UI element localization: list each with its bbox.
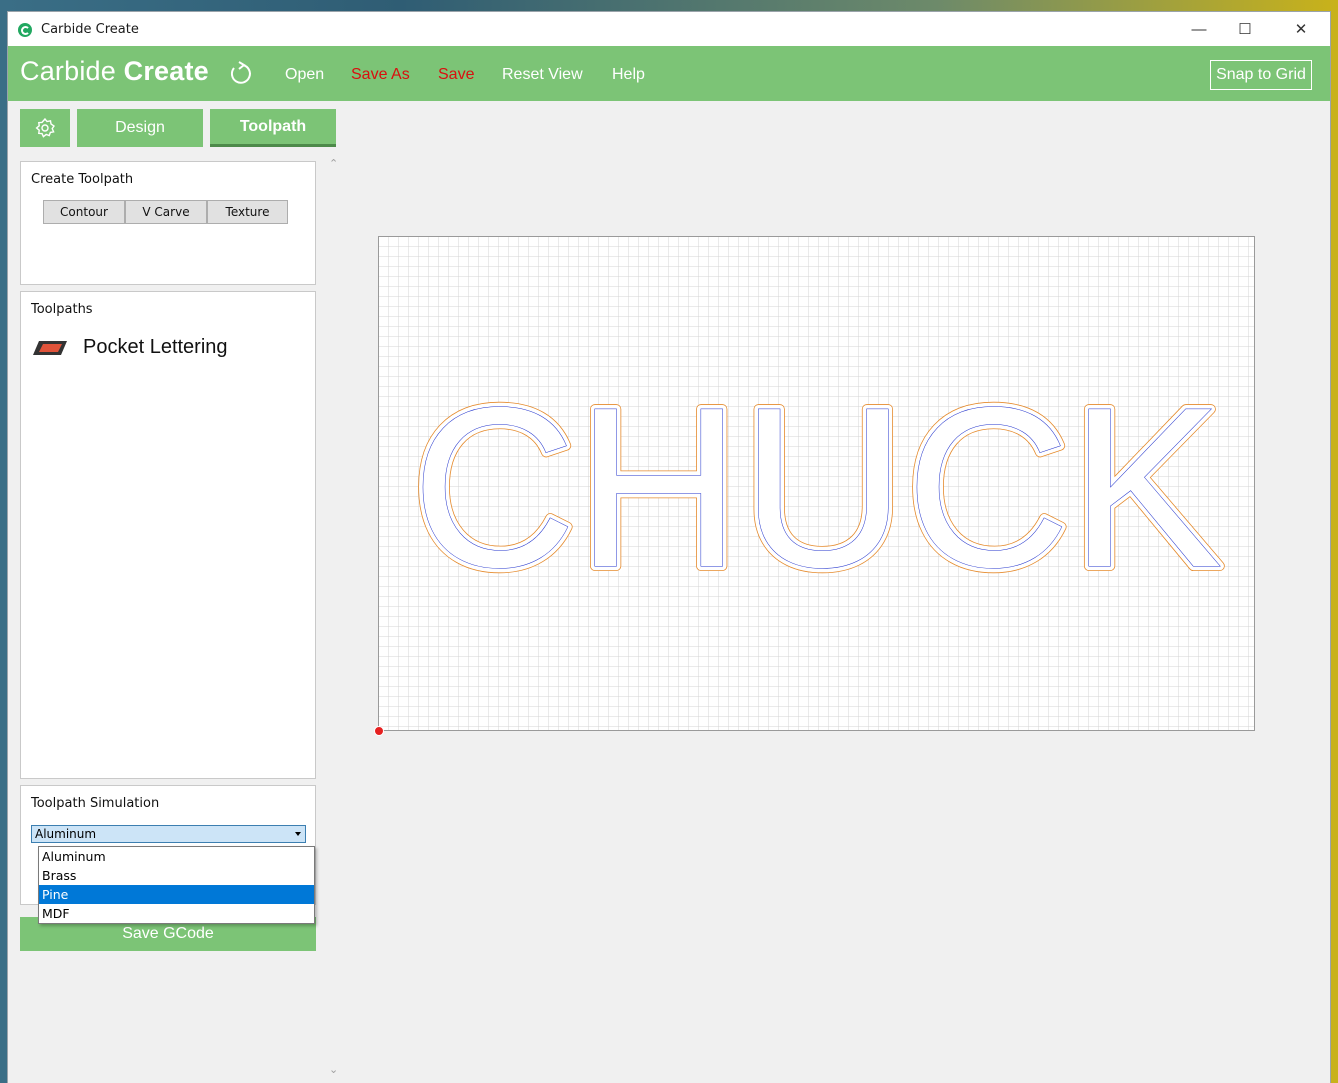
title-bar: Carbide Create — ☐ ✕ [8,12,1330,46]
minimize-icon[interactable]: — [1176,12,1222,46]
settings-button[interactable] [20,109,70,147]
brand-bold: Create [123,56,209,86]
menu-bar: Carbide Create Open Save As Save Reset V… [8,46,1330,101]
material-select-value: Aluminum [35,827,97,841]
toolpath-item-label: Pocket Lettering [83,336,228,358]
create-toolpath-panel: Create Toolpath Contour V Carve Texture [20,161,316,285]
material-select[interactable]: Aluminum [31,825,306,843]
app-logo-icon [18,23,32,37]
contour-button[interactable]: Contour [43,200,125,224]
left-panel: Design Toolpath Create Toolpath Contour … [8,101,336,1083]
dropdown-arrow-icon [295,832,301,836]
toolpaths-title: Toolpaths [31,302,93,317]
design-canvas[interactable]: CHUCK CHUCK CHUCK CHUCK [378,236,1255,731]
close-icon[interactable]: ✕ [1278,12,1324,46]
pocket-icon [33,340,67,355]
menu-save[interactable]: Save [438,66,474,84]
option-brass[interactable]: Brass [39,866,314,885]
scroll-up-icon[interactable]: ⌃ [329,157,338,170]
menu-help[interactable]: Help [612,66,645,84]
chuck-lettering: CHUCK CHUCK CHUCK CHUCK [407,356,1228,620]
gear-icon [35,117,55,138]
window-title: Carbide Create [41,22,139,37]
option-mdf[interactable]: MDF [39,904,314,923]
option-pine[interactable]: Pine [39,885,314,904]
texture-button[interactable]: Texture [207,200,288,224]
brand-logo: Carbide Create [20,56,209,87]
option-aluminum[interactable]: Aluminum [39,847,314,866]
simulation-title: Toolpath Simulation [31,796,160,811]
toolpaths-panel: Toolpaths Pocket Lettering [20,291,316,779]
origin-marker-icon [374,726,384,736]
material-dropdown-list: Aluminum Brass Pine MDF [38,846,315,924]
menu-open[interactable]: Open [285,66,324,84]
snap-to-grid-button[interactable]: Snap to Grid [1210,60,1312,90]
brand-light: Carbide [20,56,116,86]
scroll-down-icon[interactable]: ⌄ [329,1063,338,1076]
undo-icon[interactable] [226,60,254,88]
tab-design[interactable]: Design [77,109,203,147]
maximize-icon[interactable]: ☐ [1222,12,1268,46]
create-toolpath-title: Create Toolpath [31,172,134,187]
left-panel-scrollbar[interactable]: ⌃ ⌄ [326,101,342,1083]
toolpath-item[interactable]: Pocket Lettering [31,336,228,359]
menu-save-as[interactable]: Save As [351,66,410,84]
letter-fill: CHUCK [412,361,1223,615]
menu-reset-view[interactable]: Reset View [502,66,583,84]
v-carve-button[interactable]: V Carve [125,200,207,224]
tab-toolpath[interactable]: Toolpath [210,109,336,147]
app-window: Carbide Create — ☐ ✕ Carbide Create Open… [8,12,1330,1083]
